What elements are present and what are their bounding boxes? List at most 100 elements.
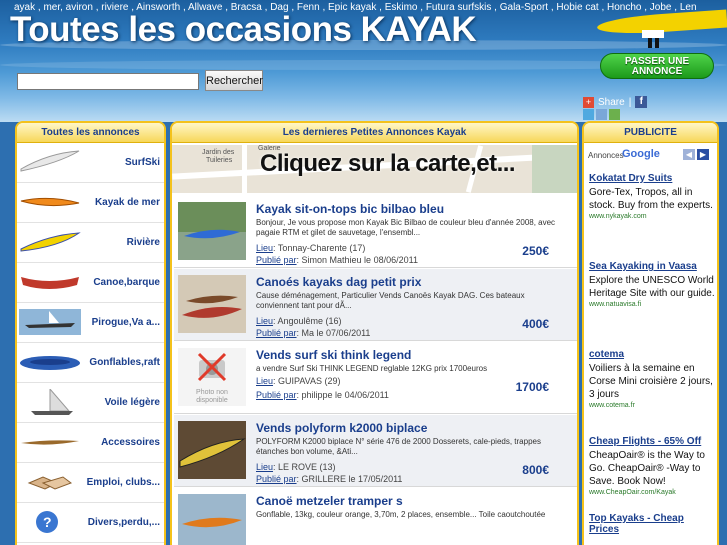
ad-url[interactable]: www.natuavisa.fi [589, 301, 715, 308]
river-kayak-icon [20, 232, 81, 252]
listing-photo [178, 494, 246, 545]
categories-panel: Toutes les annonces SurfSki Kayak de mer… [15, 121, 166, 545]
listing-location: Lieu: GUIPAVAS (29) [256, 376, 341, 386]
categories-heading: Toutes les annonces [17, 123, 164, 143]
ad-item[interactable]: Top Kayaks - Cheap Prices [589, 513, 715, 535]
ad-text: CheapOair® is the Way to Go. CheapOair® … [589, 450, 705, 487]
category-item-riviere[interactable]: Rivière [17, 223, 164, 263]
location-label: Lieu [256, 462, 274, 472]
category-item-divers[interactable]: ? Divers,perdu,... [17, 503, 164, 543]
search-button[interactable]: Rechercher [205, 70, 263, 91]
ad-title[interactable]: Top Kayaks - Cheap Prices [589, 513, 715, 535]
page-title: Toutes les occasions KAYAK [10, 10, 477, 49]
listing-title[interactable]: Canoë metzeler tramper s [256, 494, 403, 508]
share-separator: | [628, 96, 632, 108]
category-label: Pirogue,Va a... [91, 317, 160, 328]
map-label: Jardin des [202, 149, 235, 156]
share-bar: + Share | f [583, 96, 648, 108]
listing-description: POLYFORM K2000 biplace N° série 476 de 2… [256, 437, 541, 456]
listing-price: 1700€ [515, 380, 549, 394]
ad-url[interactable]: www.CheapOair.com/Kayak [589, 489, 715, 496]
surfski-icon [20, 150, 80, 172]
listing-description: Cause déménagement, Particulier Vends Ca… [256, 291, 525, 310]
share-icon[interactable]: + [583, 96, 594, 108]
share-link[interactable]: Share [598, 97, 625, 108]
canoe-icon [21, 277, 79, 289]
listing-item[interactable]: Vends polyform k2000 biplace POLYFORM K2… [174, 415, 577, 487]
category-label: Gonflables,raft [89, 357, 160, 368]
ad-title[interactable]: Sea Kayaking in Vaasa [589, 261, 715, 272]
ad-item[interactable]: Sea Kayaking in Vaasa Explore the UNESCO… [589, 261, 715, 308]
ad-title[interactable]: Kokatat Dry Suits [589, 173, 715, 184]
location-value: : GUIPAVAS (29) [273, 376, 341, 386]
listing-description: Bonjour, Je vous propose mon Kayak Bic B… [256, 218, 556, 237]
map-park [532, 145, 577, 193]
twitter-icon[interactable] [583, 109, 594, 120]
listings-heading: Les dernieres Petites Annonces Kayak [172, 123, 577, 143]
author-value: : Simon Mathieu le 08/06/2011 [296, 255, 418, 265]
email-icon[interactable] [596, 109, 607, 120]
ad-text: Voiliers à la semaine en Corse Mini croi… [589, 363, 713, 400]
listing-description: a vendre Surf Ski THINK LEGEND reglable … [256, 364, 488, 373]
ads-panel: PUBLICITE Annonces Google ◀ ▶ Kokatat Dr… [582, 121, 719, 545]
ad-title[interactable]: cotema [589, 349, 715, 360]
listing-price: 400€ [522, 317, 549, 331]
listing-location: Lieu: Angoulême (16) [256, 316, 342, 326]
prev-arrow-icon[interactable]: ◀ [683, 149, 695, 160]
ad-item[interactable]: Cheap Flights - 65% Off CheapOair® is th… [589, 436, 715, 496]
listing-photo [178, 202, 246, 260]
listing-author: Publié par: Simon Mathieu le 08/06/2011 [256, 255, 418, 265]
author-label: Publié par [256, 390, 297, 400]
location-value: : LE ROVE (13) [273, 462, 336, 472]
listing-title[interactable]: Kayak sit-on-tops bic bilbao bleu [256, 202, 444, 216]
ad-item[interactable]: cotema Voiliers à la semaine en Corse Mi… [589, 349, 715, 409]
map-banner[interactable]: Jardin des Tuileries Galerie Cliquez sur… [172, 145, 577, 193]
category-item-gonflables[interactable]: Gonflables,raft [17, 343, 164, 383]
category-item-kayak-de-mer[interactable]: Kayak de mer [17, 183, 164, 223]
ads-heading: PUBLICITE [584, 123, 717, 143]
ad-url[interactable]: www.cotema.fr [589, 402, 715, 409]
category-item-pirogue[interactable]: Pirogue,Va a... [17, 303, 164, 343]
post-ad-button[interactable]: PASSER UNE ANNONCE [600, 53, 714, 79]
listing-title[interactable]: Vends surf ski think legend [256, 348, 411, 362]
listing-item[interactable]: Canoë metzeler tramper s Gonflable, 13kg… [174, 488, 577, 545]
listings-panel: Les dernieres Petites Annonces Kayak Jar… [170, 121, 579, 545]
category-item-emploi[interactable]: Emploi, clubs... [17, 463, 164, 503]
author-value: : Ma le 07/06/2011 [296, 328, 371, 338]
handshake-icon [27, 476, 73, 490]
search-input[interactable] [17, 73, 199, 90]
location-label: Lieu [256, 376, 274, 386]
listing-description: Gonflable, 13kg, couleur orange, 3,70m, … [256, 510, 546, 519]
author-label: Publié par [256, 474, 297, 484]
category-label: Accessoires [101, 437, 160, 448]
ad-url[interactable]: www.nykayak.com [589, 213, 715, 220]
category-item-voile[interactable]: Voile légère [17, 383, 164, 423]
listing-item[interactable]: Canoés kayaks dag petit prix Cause démén… [174, 269, 577, 341]
listing-author: Publié par: Ma le 07/06/2011 [256, 328, 370, 338]
pirogue-icon [19, 309, 81, 335]
listing-author: Publié par: GRILLERE le 17/05/2011 [256, 474, 402, 484]
inflatable-icon [20, 356, 80, 370]
map-label: Tuileries [206, 157, 233, 164]
facebook-icon[interactable]: f [635, 96, 648, 108]
ads-by-google: Annonces Google ◀ ▶ [586, 148, 716, 162]
author-value: : GRILLERE le 17/05/2011 [296, 474, 403, 484]
category-label: Voile légère [104, 397, 160, 408]
next-arrow-icon[interactable]: ▶ [697, 149, 709, 160]
bookmark-icon[interactable] [609, 109, 620, 120]
post-ad-label-2: ANNONCE [631, 66, 683, 77]
category-label: Emploi, clubs... [86, 477, 160, 488]
category-item-surfski[interactable]: SurfSki [17, 143, 164, 183]
listing-title[interactable]: Vends polyform k2000 biplace [256, 421, 427, 435]
ad-text: Explore the UNESCO World Heritage Site w… [589, 275, 715, 299]
listing-item[interactable]: Kayak sit-on-tops bic bilbao bleu Bonjou… [174, 196, 577, 268]
category-item-canoe[interactable]: Canoe,barque [17, 263, 164, 303]
category-item-accessoires[interactable]: Accessoires [17, 423, 164, 463]
author-value: : philippe le 04/06/2011 [296, 390, 389, 400]
listing-location: Lieu: LE ROVE (13) [256, 462, 336, 472]
listing-item[interactable]: Photo non disponible Vends surf ski thin… [174, 342, 577, 414]
ad-title[interactable]: Cheap Flights - 65% Off [589, 436, 715, 447]
ad-item[interactable]: Kokatat Dry Suits Gore-Tex, Tropos, all … [589, 173, 715, 220]
author-label: Publié par [256, 255, 297, 265]
listing-title[interactable]: Canoés kayaks dag petit prix [256, 275, 421, 289]
